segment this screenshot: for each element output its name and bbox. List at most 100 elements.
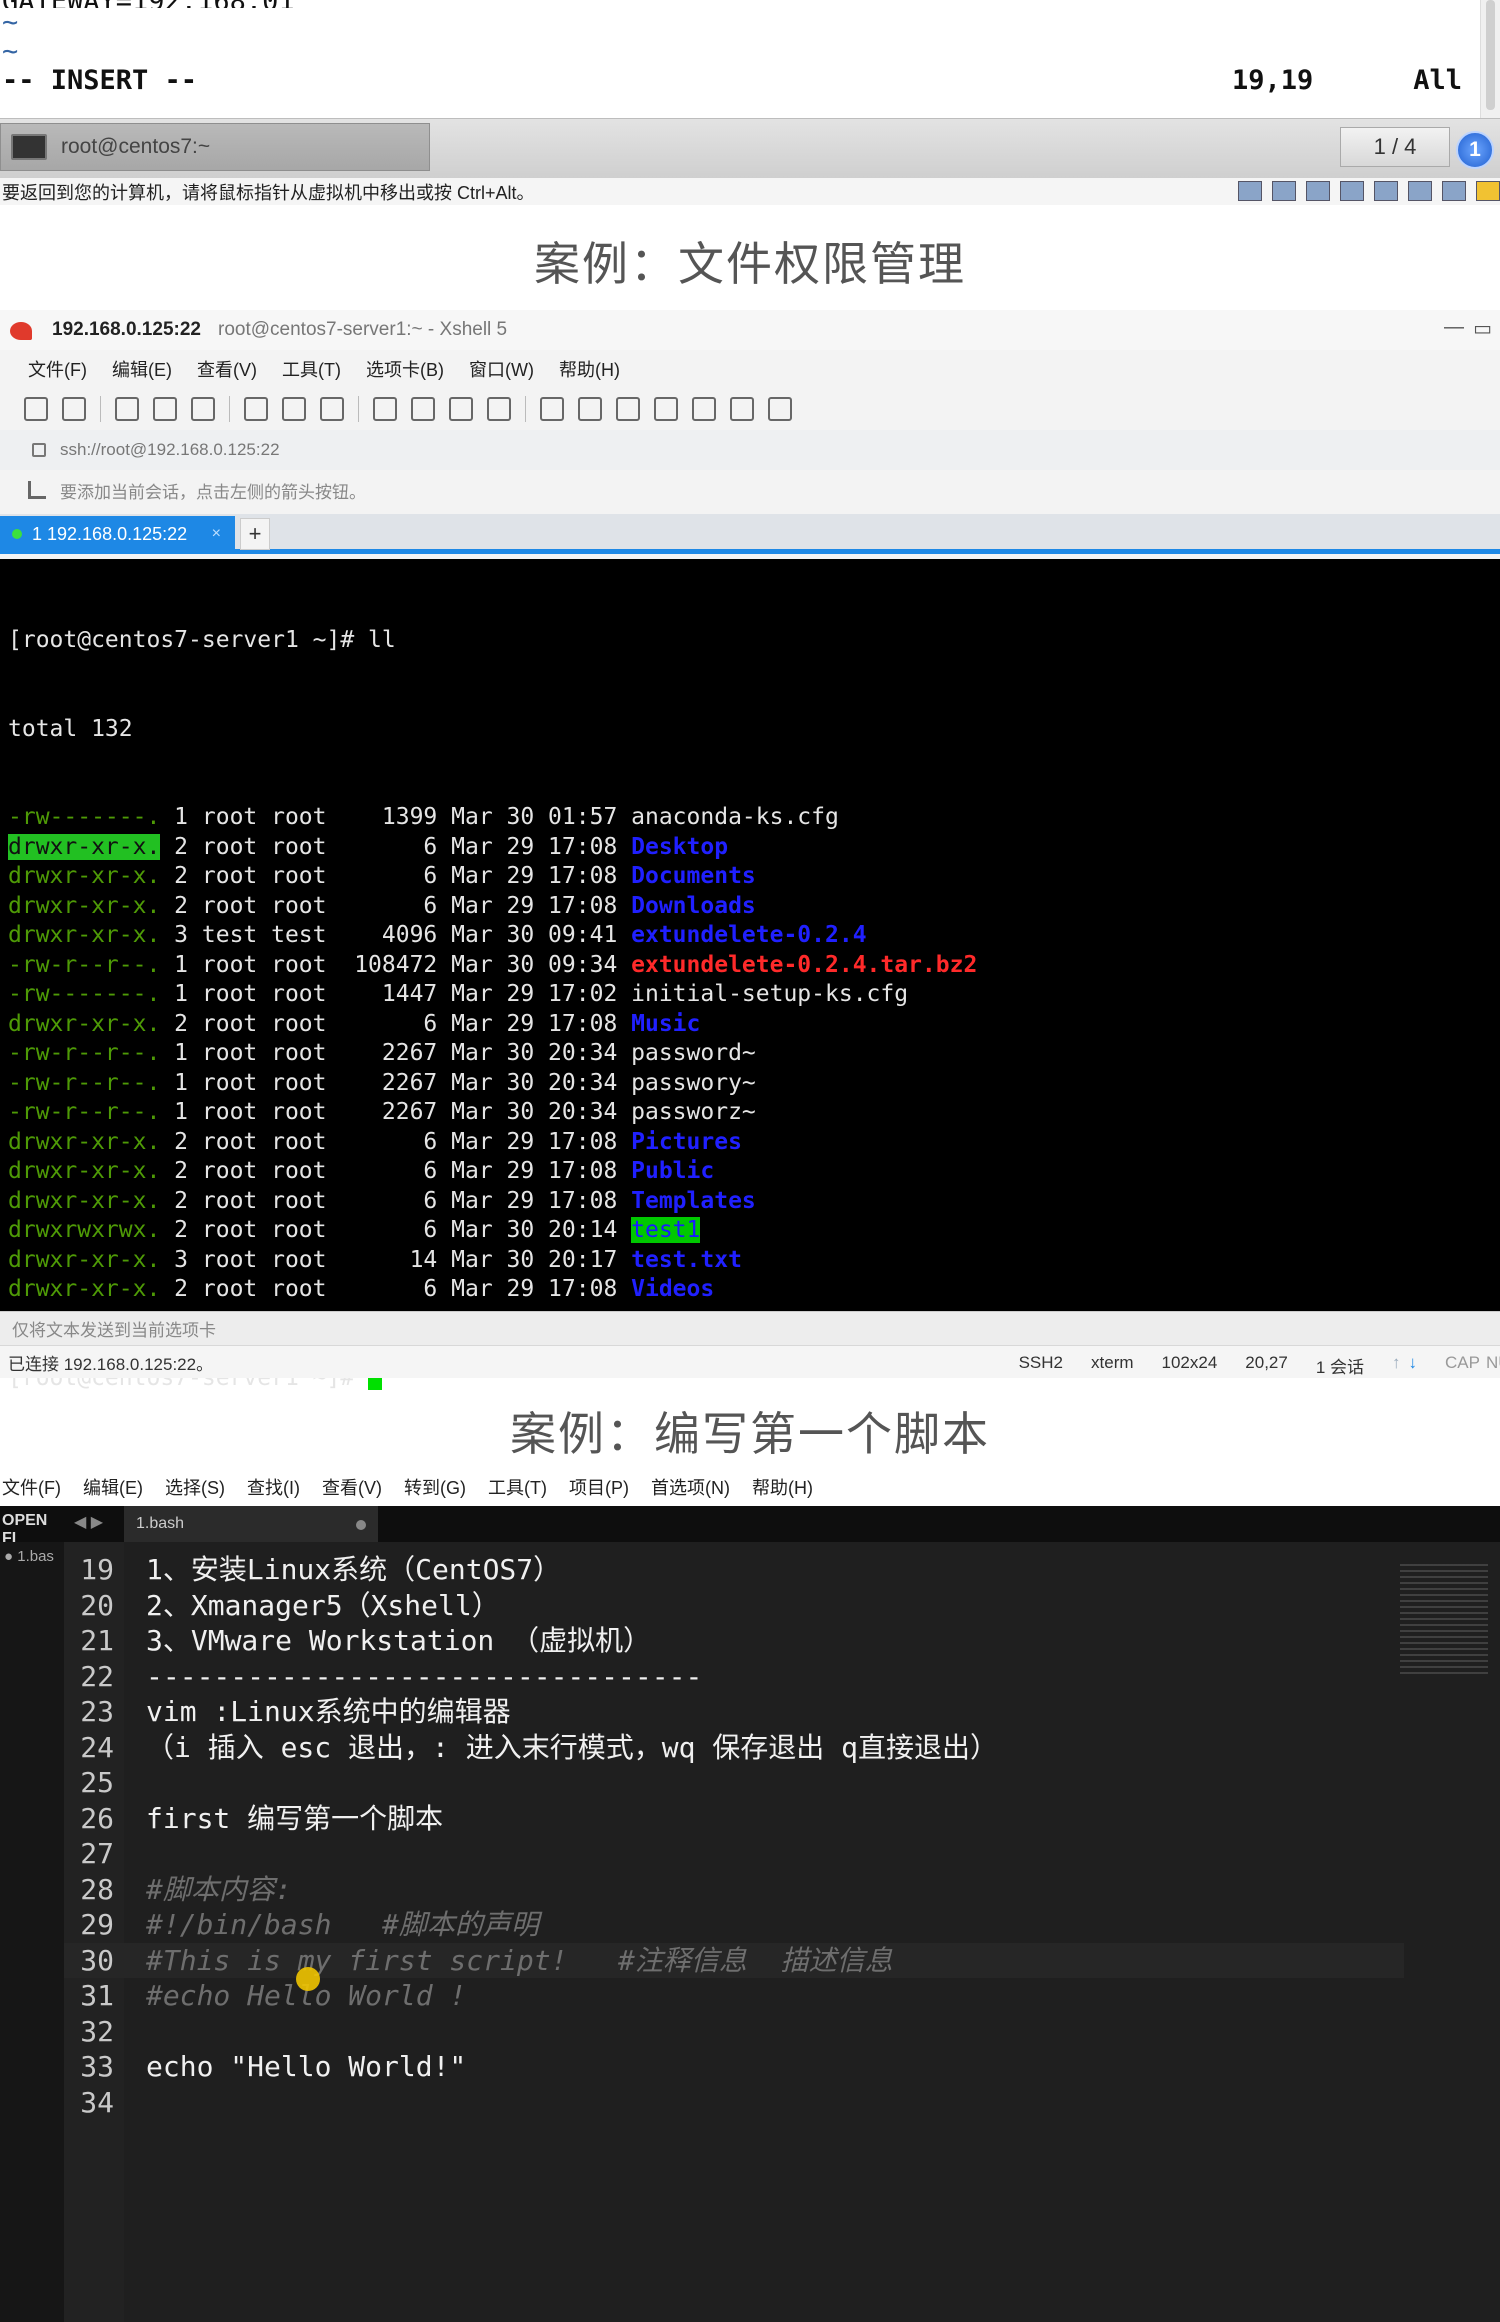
ls-filename[interactable]: password~ bbox=[631, 1040, 756, 1066]
code-line[interactable]: 28 #脚本内容: bbox=[64, 1872, 1404, 1908]
code-line[interactable]: 27 bbox=[64, 1836, 1404, 1872]
menu-window[interactable]: 窗口(W) bbox=[469, 356, 534, 382]
new-tab-button[interactable]: + bbox=[240, 518, 270, 550]
ls-filename[interactable]: anaconda-ks.cfg bbox=[631, 804, 839, 830]
menu-file[interactable]: 文件(F) bbox=[2, 1474, 61, 1500]
copy-icon[interactable] bbox=[244, 397, 268, 421]
menu-preferences[interactable]: 首选项(N) bbox=[651, 1474, 730, 1500]
cdrom-icon[interactable] bbox=[1272, 181, 1296, 201]
code-line[interactable]: 30 #This is my first script! #注释信息 描述信息 bbox=[64, 1942, 1404, 1978]
vim-editor[interactable]: GATEWAY=192.168.01 ~ ~ -- INSERT -- 19,1… bbox=[0, 0, 1480, 118]
ls-filename[interactable]: Videos bbox=[631, 1276, 714, 1302]
code-line[interactable]: 23 vim :Linux系统中的编辑器 bbox=[64, 1694, 1404, 1730]
display-icon[interactable] bbox=[1408, 181, 1432, 201]
printer-icon[interactable] bbox=[1340, 181, 1364, 201]
new-session-icon[interactable] bbox=[24, 397, 48, 421]
sublime-code-area[interactable]: 19 1、安装Linux系统（CentOS7） 20 2、Xmanager5（Xshe… bbox=[64, 1552, 1404, 2120]
keyboard-icon[interactable] bbox=[692, 397, 716, 421]
xftp-icon[interactable] bbox=[540, 397, 564, 421]
maximize-icon[interactable]: ▭ bbox=[1473, 316, 1492, 341]
paste-icon[interactable] bbox=[282, 397, 306, 421]
menu-tab[interactable]: 选项卡(B) bbox=[366, 356, 444, 382]
chat-icon[interactable] bbox=[768, 397, 792, 421]
ls-filename[interactable]: Downloads bbox=[631, 893, 756, 919]
code-line[interactable]: 31 #echo Hello World ! bbox=[64, 1978, 1404, 2014]
vim-scrollbar[interactable] bbox=[1480, 0, 1500, 118]
network-icon[interactable] bbox=[1306, 181, 1330, 201]
unsaved-dot-icon[interactable] bbox=[356, 1520, 366, 1530]
sound-icon[interactable] bbox=[1374, 181, 1398, 201]
ls-filename[interactable]: Music bbox=[631, 1011, 700, 1037]
info-icon[interactable]: 1 bbox=[1456, 131, 1494, 169]
code-line[interactable]: 29 #!/bin/bash #脚本的声明 bbox=[64, 1907, 1404, 1943]
fullscreen-icon[interactable] bbox=[616, 397, 640, 421]
minimize-icon[interactable]: — bbox=[1444, 316, 1464, 339]
menu-file[interactable]: 文件(F) bbox=[28, 356, 87, 382]
transfer-icon[interactable] bbox=[411, 397, 435, 421]
code-line[interactable]: 25 bbox=[64, 1765, 1404, 1801]
tab-nav-arrows-icon[interactable]: ◀ ▶ bbox=[74, 1512, 103, 1532]
sublime-file-tab[interactable]: 1.bash bbox=[124, 1506, 378, 1542]
ls-filename[interactable]: Templates bbox=[631, 1188, 756, 1214]
ls-filename[interactable]: extundelete-0.2.4 bbox=[631, 922, 866, 948]
disconnect-icon[interactable] bbox=[153, 397, 177, 421]
menu-tools[interactable]: 工具(T) bbox=[488, 1474, 547, 1500]
sidebar-open-file[interactable]: ● 1.bas bbox=[4, 1548, 64, 1565]
code-line[interactable]: 33 echo "Hello World!" bbox=[64, 2049, 1404, 2085]
lock-icon[interactable] bbox=[654, 397, 678, 421]
code-line[interactable]: 21 3、VMware Workstation （虚拟机） bbox=[64, 1623, 1404, 1659]
menu-view[interactable]: 查看(V) bbox=[197, 356, 257, 382]
ls-filename[interactable]: Public bbox=[631, 1158, 714, 1184]
terminal-output[interactable]: [root@centos7-server1 ~]# ll total 132 -… bbox=[0, 559, 1500, 1391]
ls-filename[interactable]: extundelete-0.2.4.tar.bz2 bbox=[631, 952, 977, 978]
code-line[interactable]: 20 2、Xmanager5（Xshell） bbox=[64, 1588, 1404, 1624]
reconnect-icon[interactable] bbox=[191, 397, 215, 421]
scroll-down-icon[interactable]: ↓ bbox=[1409, 1353, 1418, 1378]
help-icon[interactable] bbox=[730, 397, 754, 421]
usb-icon[interactable] bbox=[1442, 181, 1466, 201]
arrow-icon[interactable] bbox=[28, 481, 46, 499]
scroll-up-icon[interactable]: ↑ bbox=[1392, 1353, 1401, 1378]
ls-filename[interactable]: passwory~ bbox=[631, 1070, 756, 1096]
code-line[interactable]: 34 bbox=[64, 2085, 1404, 2121]
ls-filename[interactable]: initial-setup-ks.cfg bbox=[631, 981, 908, 1007]
xshell-send-bar[interactable]: 仅将文本发送到当前选项卡 bbox=[0, 1311, 1500, 1345]
code-line[interactable]: 24 （i 插入 esc 退出，: 进入末行模式，wq 保存退出 q直接退出） bbox=[64, 1730, 1404, 1766]
hdd-icon[interactable] bbox=[1238, 181, 1262, 201]
xshell-session-tab[interactable]: 1 192.168.0.125:22 × bbox=[0, 516, 235, 552]
ls-filename[interactable]: Pictures bbox=[631, 1129, 742, 1155]
connect-icon[interactable] bbox=[115, 397, 139, 421]
close-icon[interactable]: × bbox=[212, 525, 221, 543]
menu-help[interactable]: 帮助(H) bbox=[559, 356, 620, 382]
vmware-pager[interactable]: 1 / 4 bbox=[1340, 127, 1450, 167]
ls-filename[interactable]: test.txt bbox=[631, 1247, 742, 1273]
menu-edit[interactable]: 编辑(E) bbox=[83, 1474, 143, 1500]
open-folder-icon[interactable] bbox=[62, 397, 86, 421]
menu-project[interactable]: 项目(P) bbox=[569, 1474, 629, 1500]
notes-icon[interactable] bbox=[1476, 181, 1500, 201]
ls-filename[interactable]: passworz~ bbox=[631, 1099, 756, 1125]
xmanager-icon[interactable] bbox=[578, 397, 602, 421]
code-line[interactable]: 22 --------------------------------- bbox=[64, 1659, 1404, 1695]
menu-selection[interactable]: 选择(S) bbox=[165, 1474, 225, 1500]
print-icon[interactable] bbox=[373, 397, 397, 421]
code-line[interactable]: 26 first 编写第一个脚本 bbox=[64, 1801, 1404, 1837]
menu-edit[interactable]: 编辑(E) bbox=[112, 356, 172, 382]
ls-filename[interactable]: Documents bbox=[631, 863, 756, 889]
menu-goto[interactable]: 转到(G) bbox=[404, 1474, 466, 1500]
code-line[interactable]: 32 bbox=[64, 2014, 1404, 2050]
xshell-address-bar[interactable]: ssh://root@192.168.0.125:22 bbox=[0, 430, 1500, 470]
vmware-tab[interactable]: root@centos7:~ bbox=[0, 123, 430, 171]
ls-filename[interactable]: test1 bbox=[631, 1217, 701, 1243]
globe-icon[interactable] bbox=[449, 397, 473, 421]
menu-find[interactable]: 查找(I) bbox=[247, 1474, 300, 1500]
sublime-minimap[interactable] bbox=[1400, 1564, 1488, 1674]
vim-scroll-thumb[interactable] bbox=[1486, 0, 1495, 110]
menu-view[interactable]: 查看(V) bbox=[322, 1474, 382, 1500]
font-icon[interactable] bbox=[487, 397, 511, 421]
menu-tools[interactable]: 工具(T) bbox=[282, 356, 341, 382]
ls-filename[interactable]: Desktop bbox=[631, 834, 728, 860]
find-icon[interactable] bbox=[320, 397, 344, 421]
menu-help[interactable]: 帮助(H) bbox=[752, 1474, 813, 1500]
code-line[interactable]: 19 1、安装Linux系统（CentOS7） bbox=[64, 1552, 1404, 1588]
